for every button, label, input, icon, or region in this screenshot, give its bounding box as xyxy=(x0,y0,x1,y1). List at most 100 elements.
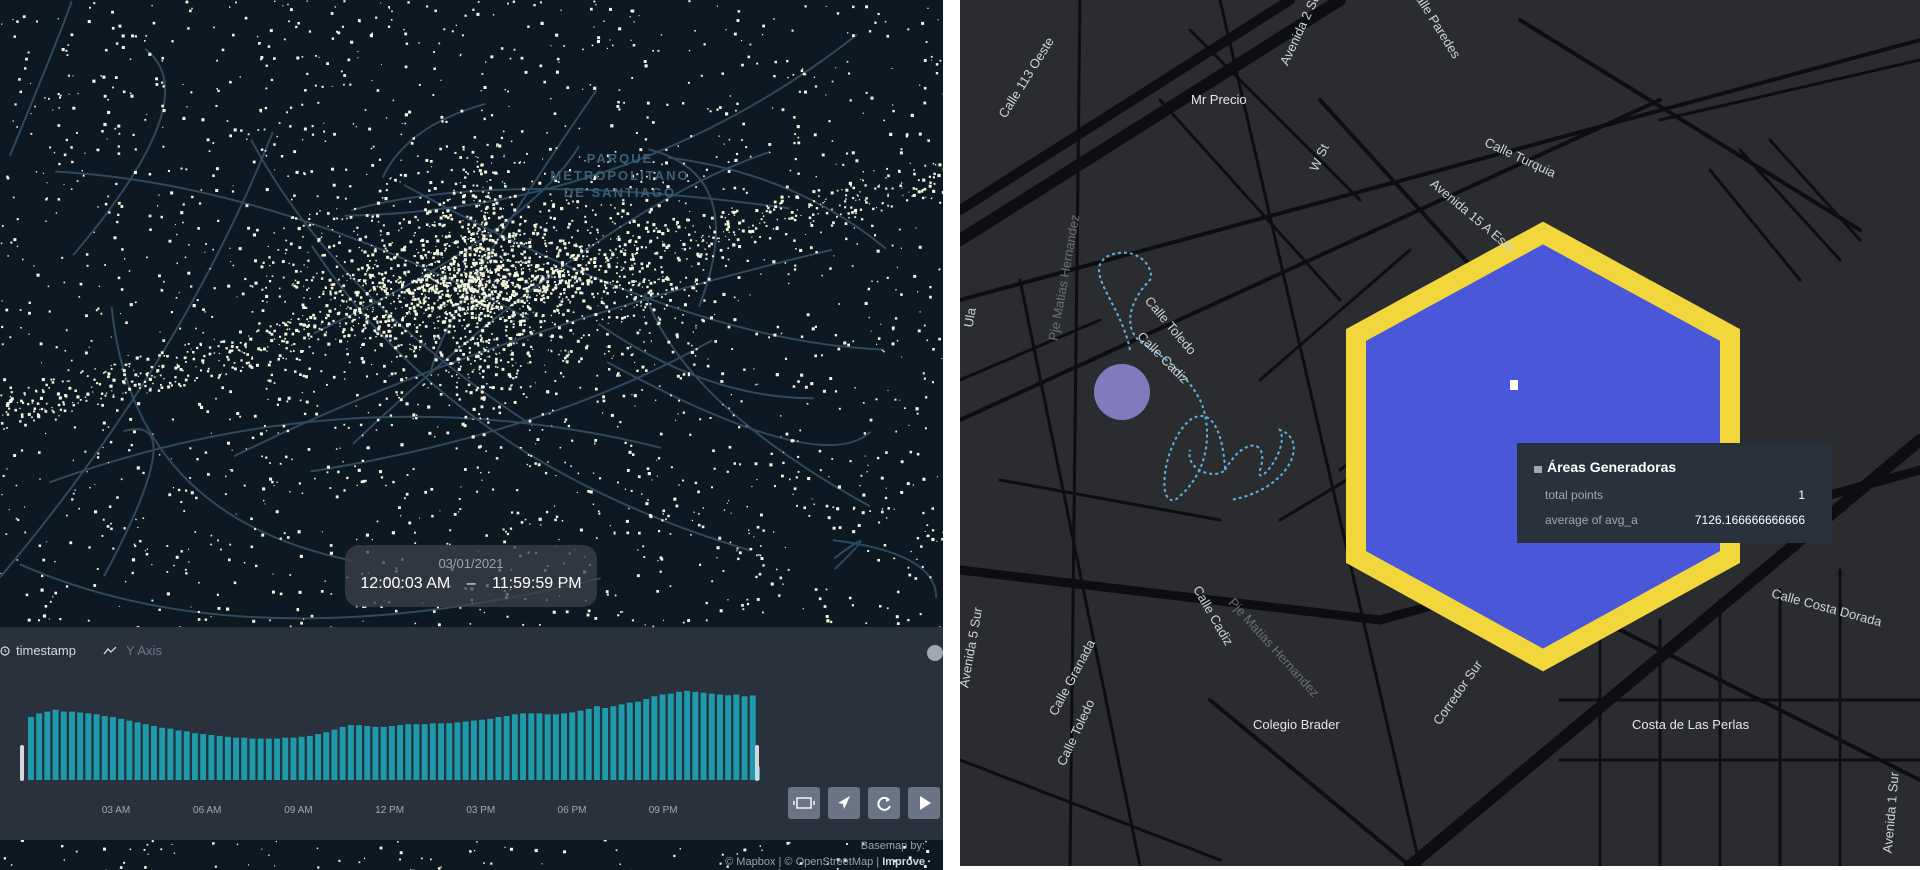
histogram-bar xyxy=(77,712,84,780)
y-axis-selector[interactable]: Y Axis xyxy=(126,643,162,658)
reset-button[interactable] xyxy=(868,787,900,819)
end-time: 11:59:59 PM xyxy=(492,575,582,592)
histogram-bar xyxy=(282,737,289,780)
histogram-bar xyxy=(372,726,379,780)
histogram-bar xyxy=(413,724,420,780)
histogram-bar xyxy=(454,722,461,780)
histogram-bar xyxy=(405,724,412,780)
right-map-panel[interactable]: Mr Precio Colegio Brader Costa de Las Pe… xyxy=(960,0,1920,866)
histogram-bar xyxy=(52,709,59,780)
tooltip-title: Áreas Generadoras xyxy=(1547,459,1677,475)
histogram-bar xyxy=(635,701,641,780)
histogram-bar xyxy=(594,706,600,780)
street-map[interactable] xyxy=(960,0,1920,866)
histogram-bar xyxy=(224,736,231,780)
histogram-bar xyxy=(241,737,248,780)
histogram-bar xyxy=(667,693,674,780)
histogram-bar xyxy=(183,731,190,780)
histogram-bar xyxy=(44,711,51,780)
histogram-bar xyxy=(626,702,633,780)
cursor-icon xyxy=(1510,380,1518,390)
histogram-bar xyxy=(28,717,34,780)
place-label-costa-de-las-perlas: Costa de Las Perlas xyxy=(1632,717,1750,732)
x-tick-label: 06 PM xyxy=(558,805,587,816)
x-tick-label: 09 PM xyxy=(649,805,678,816)
histogram-bar xyxy=(577,710,584,780)
histogram-bar xyxy=(69,711,75,780)
histogram-bar xyxy=(347,725,354,780)
histogram-bar xyxy=(643,699,650,780)
hover-tooltip: Áreas Generadoras total points 1 average … xyxy=(1517,443,1832,543)
x-tick-label: 12 PM xyxy=(375,805,404,816)
time-separator: – xyxy=(466,575,476,592)
range-start-handle[interactable] xyxy=(20,745,24,781)
histogram-bar xyxy=(536,713,543,780)
histogram-bar xyxy=(257,738,264,780)
histogram-bar xyxy=(200,734,207,780)
histogram-bar xyxy=(167,728,174,780)
histogram-bar xyxy=(429,723,436,780)
histogram-bar xyxy=(479,719,485,780)
histogram-bar xyxy=(380,726,387,780)
histogram-bar xyxy=(651,696,658,780)
rocket-icon xyxy=(838,796,850,809)
histogram-bar xyxy=(749,695,756,780)
histogram-bar xyxy=(290,737,297,780)
histogram-bar xyxy=(93,714,100,780)
histogram-bar xyxy=(315,734,321,780)
histogram-bar xyxy=(323,732,330,780)
histogram-bar xyxy=(495,717,502,780)
improve-link[interactable]: Improve xyxy=(882,856,925,868)
basemap-credit: Basemap by: © Mapbox | © OpenStreetMap |… xyxy=(725,840,925,868)
left-map-panel[interactable]: PARQUE METROPOLITANO DE SANTIAGO 03/01/2… xyxy=(0,0,943,870)
place-label-colegio-brader: Colegio Brader xyxy=(1253,717,1340,732)
histogram-bar xyxy=(134,722,141,780)
histogram-bar xyxy=(470,720,477,780)
window-button[interactable] xyxy=(788,787,820,819)
histogram-bar xyxy=(684,690,691,780)
histogram-bar xyxy=(520,713,526,780)
histogram-bar xyxy=(159,727,166,780)
line-chart-icon xyxy=(103,643,117,660)
histogram-bar xyxy=(511,714,518,780)
histogram-bar xyxy=(101,716,108,780)
histogram-bar xyxy=(397,725,403,780)
histogram-bar xyxy=(725,695,732,780)
play-icon xyxy=(920,796,931,810)
x-tick-label: 06 AM xyxy=(193,805,221,816)
timestamp-field-selector[interactable]: timestamp xyxy=(16,643,76,658)
histogram-bar xyxy=(446,723,453,780)
clock-icon xyxy=(0,643,12,660)
layer-icon xyxy=(1533,463,1543,477)
histogram-bar xyxy=(388,726,395,780)
histogram-bar xyxy=(544,714,551,780)
histogram-bar xyxy=(700,692,707,780)
histogram-bar xyxy=(118,718,125,780)
histogram-bar xyxy=(339,726,346,780)
timeline-histogram[interactable]: 03 AM 06 AM 09 AM 12 PM 03 PM 06 PM 09 PM xyxy=(0,677,780,827)
histogram-bar xyxy=(659,694,666,780)
collapse-timeline-button[interactable] xyxy=(927,645,943,661)
current-date: 03/01/2021 xyxy=(438,556,504,571)
histogram-bar xyxy=(528,713,535,780)
histogram-bar xyxy=(462,721,469,780)
histogram-bar xyxy=(569,712,576,780)
play-button[interactable] xyxy=(908,787,940,819)
histogram-bar xyxy=(233,737,239,780)
reset-icon xyxy=(877,796,891,811)
histogram-bar xyxy=(60,711,67,780)
histogram-bar xyxy=(585,708,592,780)
histogram-bar xyxy=(487,718,494,780)
histogram-bar xyxy=(36,713,43,780)
range-end-handle[interactable] xyxy=(755,745,759,781)
histogram-bar xyxy=(192,733,198,780)
place-label-mr-precio: Mr Precio xyxy=(1191,92,1247,107)
histogram-bar xyxy=(733,694,740,780)
x-tick-label: 03 PM xyxy=(466,805,495,816)
speed-button[interactable] xyxy=(828,787,860,819)
histogram-bar xyxy=(676,691,682,780)
histogram-bar xyxy=(265,738,272,780)
histogram-bar xyxy=(175,730,182,780)
x-tick-label: 09 AM xyxy=(284,805,312,816)
histogram-bar xyxy=(438,723,444,780)
